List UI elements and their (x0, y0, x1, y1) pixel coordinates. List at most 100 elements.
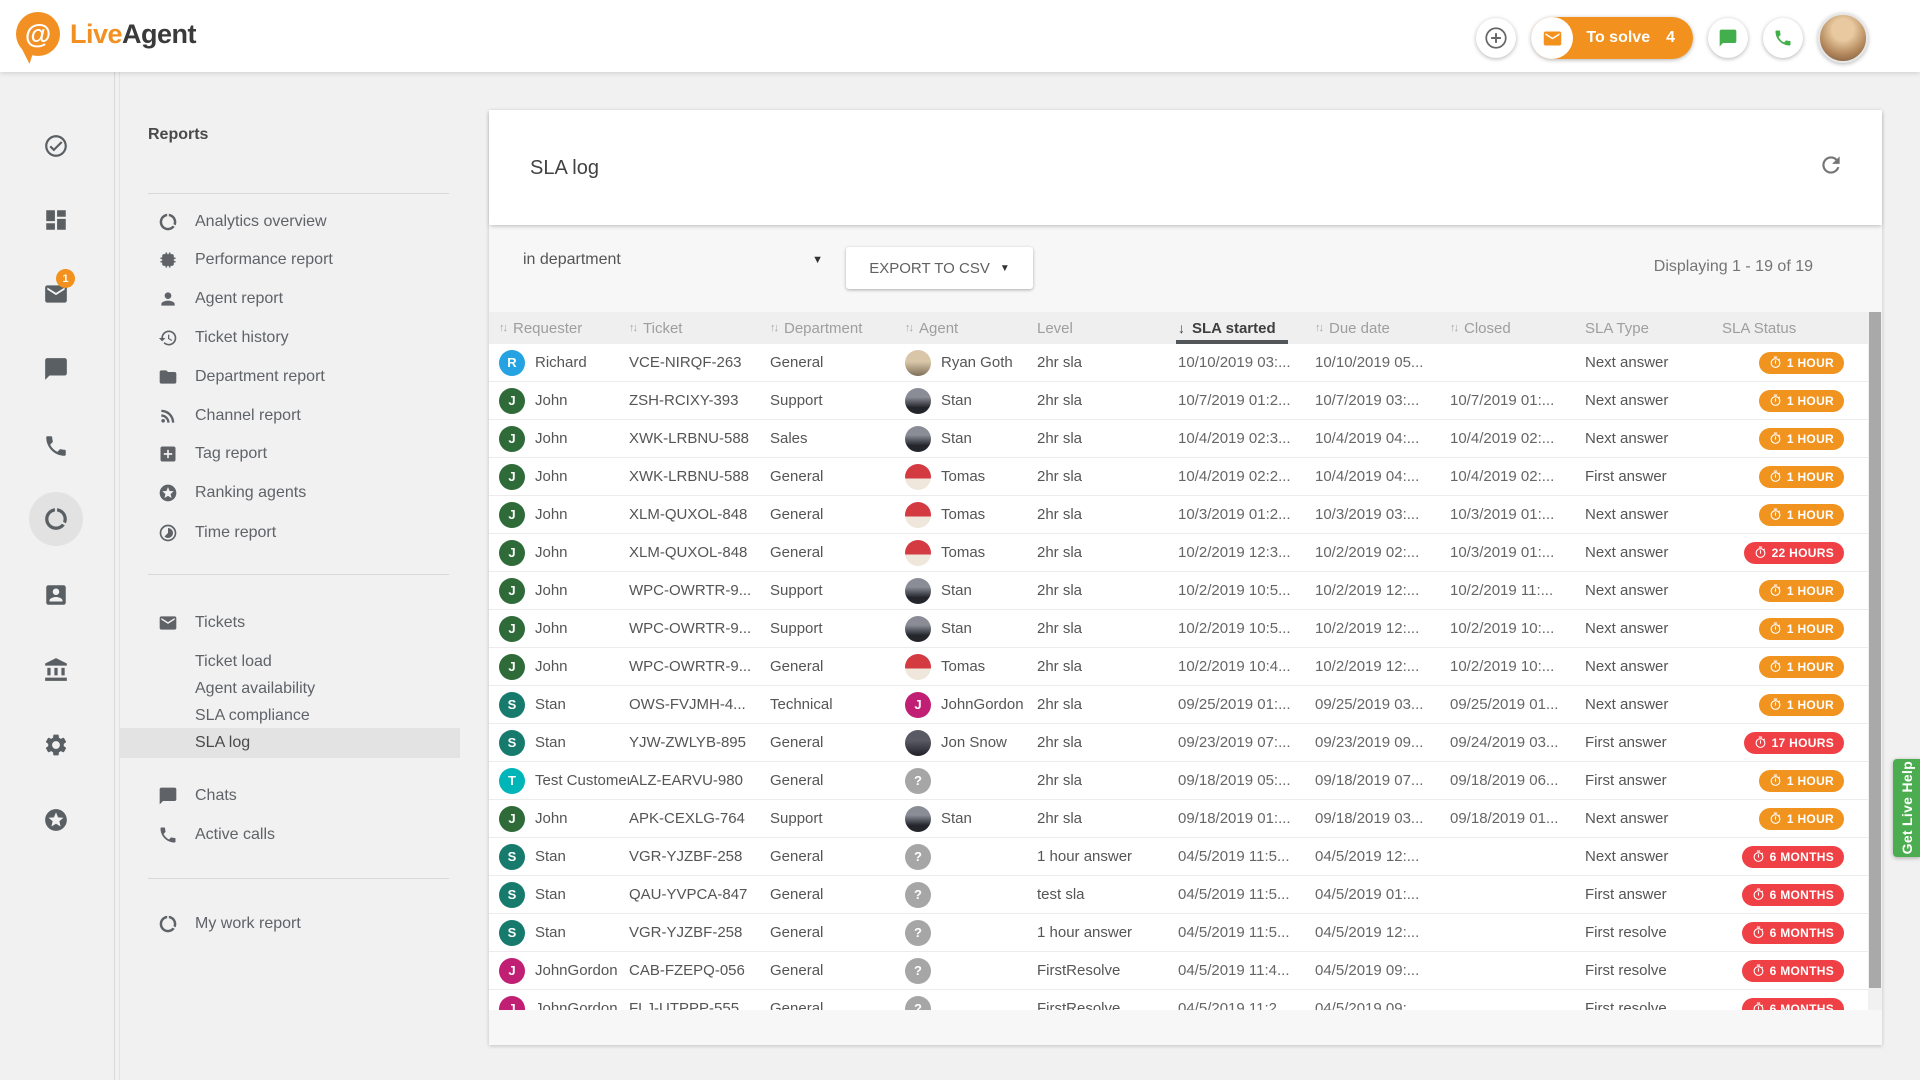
menu-subitem-ticket-load[interactable]: Ticket load (119, 647, 460, 677)
cell-closed: 10/2/2019 10:... (1450, 658, 1585, 675)
calls-button[interactable] (1763, 18, 1803, 58)
table-row[interactable]: SStanOWS-FVJMH-4...TechnicalJJohnGordon2… (489, 686, 1868, 724)
badge-label: 1 HOUR (1787, 470, 1834, 484)
to-solve-button[interactable]: To solve 4 (1531, 17, 1693, 59)
menu-item-chats[interactable]: Chats (119, 781, 460, 811)
cell-sla-status: 6 MONTHS (1722, 922, 1868, 944)
sla-status-badge: 6 MONTHS (1742, 998, 1844, 1011)
check-circle-icon (43, 133, 69, 159)
menu-item-label: Ranking agents (195, 484, 306, 502)
column-header-department[interactable]: ↑↓Department (770, 312, 905, 344)
sla-status-badge: 1 HOUR (1759, 580, 1844, 602)
chats-button[interactable] (1708, 18, 1748, 58)
menu-item-ticket-history[interactable]: Ticket history (119, 323, 460, 353)
rail-item-reports[interactable] (43, 506, 69, 532)
menu-item-tickets[interactable]: Tickets (119, 608, 460, 638)
table-row[interactable]: TTest CustomerALZ-EARVU-980General?2hr s… (489, 762, 1868, 800)
badge-label: 1 HOUR (1787, 394, 1834, 408)
add-button[interactable] (1476, 18, 1516, 58)
rail-item-dashboard[interactable] (43, 207, 69, 233)
menu-item-agent-report[interactable]: Agent report (119, 284, 460, 314)
table-row[interactable]: JJohnAPK-CEXLG-764SupportStan2hr sla09/1… (489, 800, 1868, 838)
menu-item-channel-report[interactable]: Channel report (119, 401, 460, 431)
sort-both-icon: ↑↓ (499, 322, 506, 334)
cell-level: 2hr sla (1037, 734, 1178, 751)
initial-avatar: R (499, 350, 525, 376)
badge-label: 22 HOURS (1772, 546, 1834, 560)
cell-agent: Stan (905, 806, 1037, 832)
menu-item-tag-report[interactable]: Tag report (119, 439, 460, 469)
table-scrollbar[interactable] (1868, 312, 1882, 1010)
rail-item-addons[interactable] (43, 807, 69, 833)
get-live-help-tab[interactable]: Get Live Help (1893, 759, 1920, 857)
cell-requester: JJohn (499, 616, 629, 642)
refresh-button[interactable] (1818, 152, 1844, 178)
table-row[interactable]: JJohnXLM-QUXOL-848GeneralTomas2hr sla10/… (489, 496, 1868, 534)
cell-agent: ? (905, 844, 1037, 870)
cell-ticket: FLJ-UTPPP-555 (629, 1000, 770, 1010)
table-row[interactable]: JJohnXLM-QUXOL-848GeneralTomas2hr sla10/… (489, 534, 1868, 572)
column-header-due-date[interactable]: ↑↓Due date (1315, 312, 1450, 344)
table-row[interactable]: RRichardVCE-NIRQF-263GeneralRyan Goth2hr… (489, 344, 1868, 382)
cell-agent: Tomas (905, 502, 1037, 528)
cell-requester: SStan (499, 730, 629, 756)
menu-item-active-calls[interactable]: Active calls (119, 820, 460, 850)
cell-sla-type: First answer (1585, 734, 1722, 751)
column-header-ticket[interactable]: ↑↓Ticket (629, 312, 770, 344)
rail-item-contacts[interactable] (43, 582, 69, 608)
badge-label: 1 HOUR (1787, 660, 1834, 674)
table-row[interactable]: SStanYJW-ZWLYB-895GeneralJon Snow2hr sla… (489, 724, 1868, 762)
table-row[interactable]: SStanVGR-YJZBF-258General?1 hour answer0… (489, 838, 1868, 876)
table-row[interactable]: SStanQAU-YVPCA-847General?test sla04/5/2… (489, 876, 1868, 914)
column-header-requester[interactable]: ↑↓Requester (499, 312, 629, 344)
rail-item-company[interactable] (43, 657, 69, 683)
table-row[interactable]: JJohnGordonFLJ-UTPPP-555General?FirstRes… (489, 990, 1868, 1010)
sla-status-badge: 1 HOUR (1759, 656, 1844, 678)
cell-sla-type: First resolve (1585, 962, 1722, 979)
initial-avatar: S (499, 882, 525, 908)
cell-closed: 10/4/2019 02:... (1450, 468, 1585, 485)
department-filter-select[interactable]: in department ▼ (523, 245, 823, 275)
column-header-agent[interactable]: ↑↓Agent (905, 312, 1037, 344)
column-header-sla-started[interactable]: ↓SLA started (1178, 312, 1315, 344)
table-row[interactable]: JJohnXWK-LRBNU-588SalesStan2hr sla10/4/2… (489, 420, 1868, 458)
scrollbar-thumb[interactable] (1869, 312, 1881, 988)
rail-item-calls[interactable] (43, 433, 69, 459)
menu-item-performance-report[interactable]: Performance report (119, 245, 460, 275)
photo-avatar (905, 388, 931, 414)
menu-item-analytics-overview[interactable]: Analytics overview (119, 207, 460, 237)
cell-sla-started: 04/5/2019 11:5... (1178, 924, 1315, 941)
rail-item-settings[interactable] (43, 732, 69, 758)
cell-sla-type: Next answer (1585, 696, 1722, 713)
photo-avatar (905, 730, 931, 756)
rail-item-todo[interactable] (43, 133, 69, 159)
table-row[interactable]: JJohnZSH-RCIXY-393SupportStan2hr sla10/7… (489, 382, 1868, 420)
cell-agent: Stan (905, 388, 1037, 414)
sla-status-badge: 17 HOURS (1744, 732, 1844, 754)
table-row[interactable]: JJohnGordonCAB-FZEPQ-056General?FirstRes… (489, 952, 1868, 990)
table-row[interactable]: SStanVGR-YJZBF-258General?1 hour answer0… (489, 914, 1868, 952)
liveagent-logo[interactable]: @ LiveAgent (16, 12, 196, 56)
table-row[interactable]: JJohnXWK-LRBNU-588GeneralTomas2hr sla10/… (489, 458, 1868, 496)
menu-subitem-sla-log[interactable]: SLA log (119, 728, 460, 758)
table-row[interactable]: JJohnWPC-OWRTR-9...GeneralTomas2hr sla10… (489, 648, 1868, 686)
rail-item-tickets[interactable]: 1 (43, 281, 69, 307)
menu-item-time-report[interactable]: Time report (119, 518, 460, 548)
user-avatar[interactable] (1818, 13, 1868, 63)
table-row[interactable]: JJohnWPC-OWRTR-9...SupportStan2hr sla10/… (489, 610, 1868, 648)
cell-agent: ? (905, 920, 1037, 946)
cell-ticket: ZSH-RCIXY-393 (629, 392, 770, 409)
rail-item-chats[interactable] (43, 356, 69, 382)
reports-menu: Reports Analytics overviewPerformance re… (119, 72, 460, 1080)
menu-item-department-report[interactable]: Department report (119, 362, 460, 392)
menu-subitem-agent-availability[interactable]: Agent availability (119, 674, 460, 704)
cell-closed: 10/2/2019 10:... (1450, 620, 1585, 637)
badge-label: 6 MONTHS (1770, 1002, 1834, 1011)
cell-sla-started: 04/5/2019 11:5... (1178, 848, 1315, 865)
column-header-closed[interactable]: ↑↓Closed (1450, 312, 1585, 344)
table-row[interactable]: JJohnWPC-OWRTR-9...SupportStan2hr sla10/… (489, 572, 1868, 610)
menu-item-my-work-report[interactable]: My work report (119, 909, 460, 939)
menu-subitem-sla-compliance[interactable]: SLA compliance (119, 701, 460, 731)
menu-item-ranking-agents[interactable]: Ranking agents (119, 478, 460, 508)
export-csv-button[interactable]: EXPORT TO CSV ▼ (846, 247, 1033, 289)
